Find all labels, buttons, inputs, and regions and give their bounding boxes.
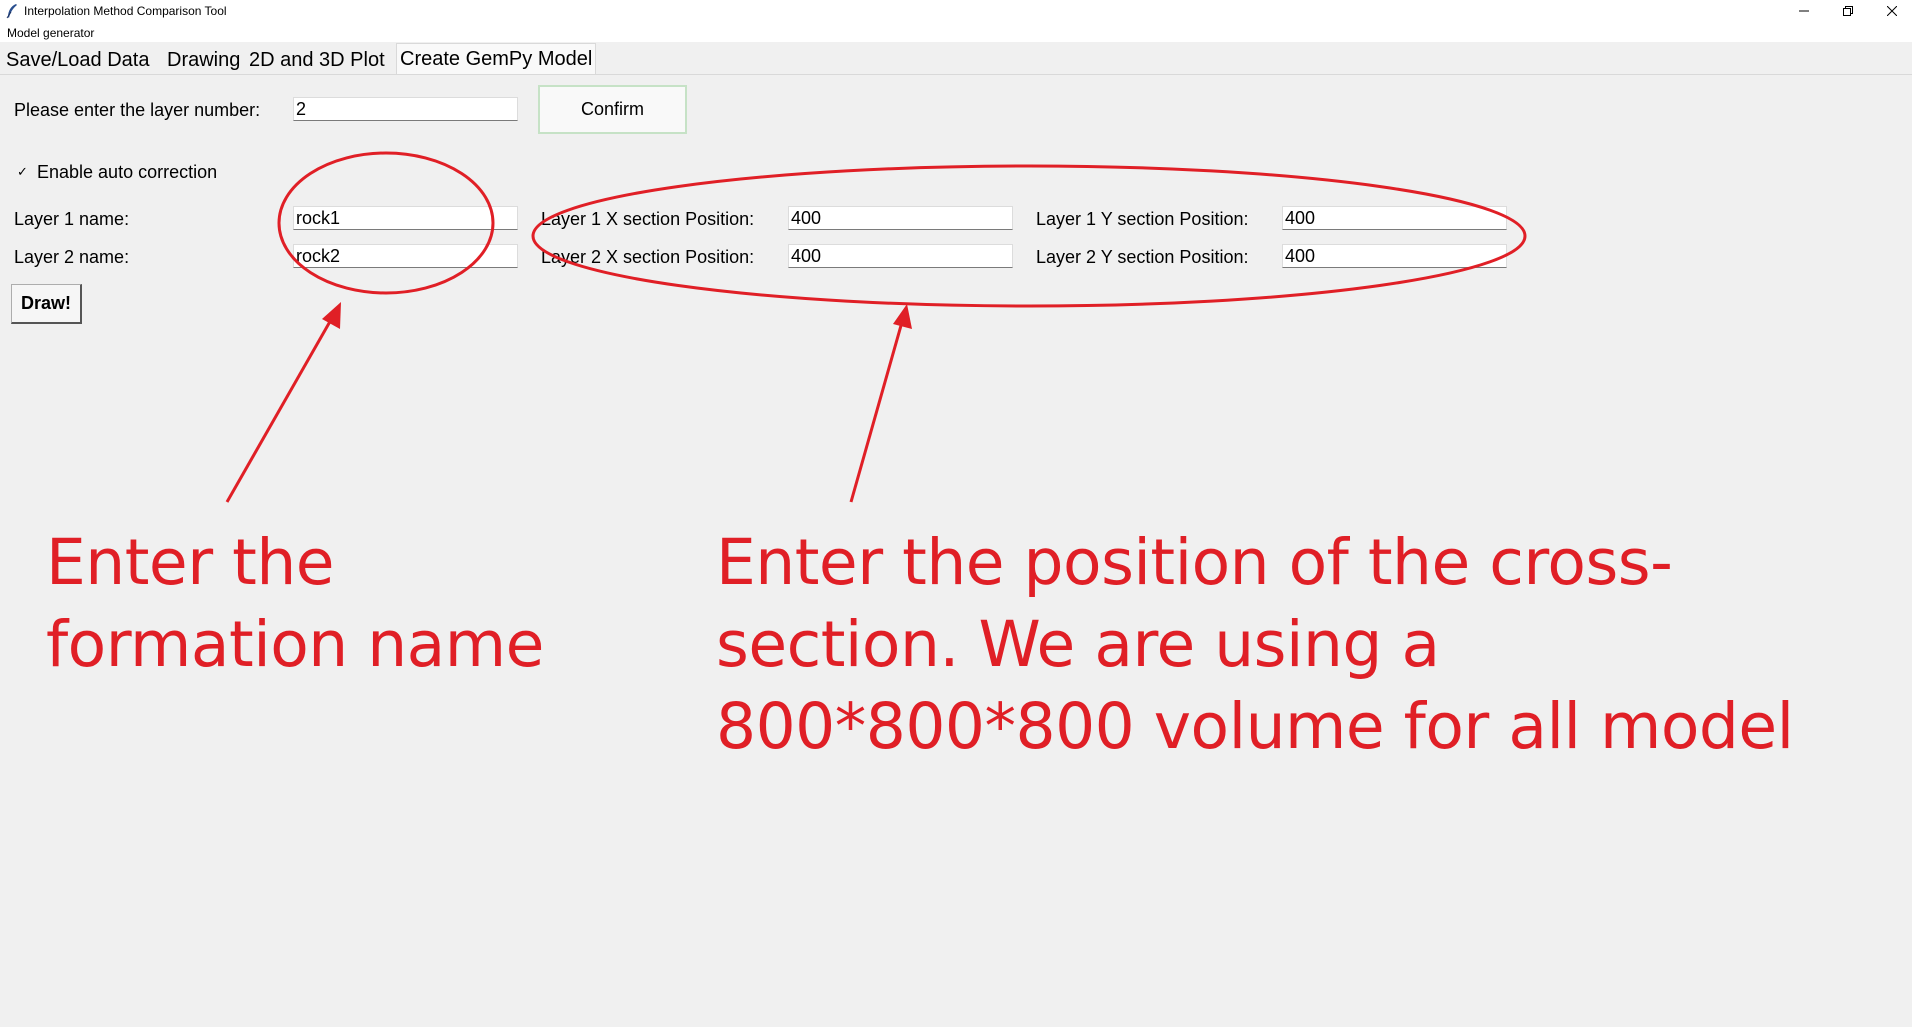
confirm-button[interactable]: Confirm — [538, 85, 687, 134]
tab-save-load-data[interactable]: Save/Load Data — [3, 47, 152, 73]
notebook-tabs: Save/Load Data Drawing 2D and 3D Plot Cr… — [0, 43, 1912, 75]
minimize-button[interactable] — [1782, 0, 1826, 22]
layer-2-x-label: Layer 2 X section Position: — [541, 247, 755, 267]
restore-icon — [1843, 6, 1853, 16]
layer-1-name-label: Layer 1 name: — [14, 209, 130, 229]
layer-2-y-input[interactable] — [1282, 244, 1507, 268]
tab-create-gempy-model[interactable]: Create GemPy Model — [396, 43, 597, 75]
layer-number-label: Please enter the layer number: — [14, 100, 261, 120]
layer-number-input[interactable] — [293, 97, 518, 121]
tab-2d-3d-plot[interactable]: 2D and 3D Plot — [246, 47, 388, 73]
draw-button[interactable]: Draw! — [11, 284, 82, 324]
close-icon — [1887, 6, 1897, 16]
position-fields-ellipse — [531, 164, 1527, 308]
feather-icon — [5, 3, 19, 19]
minimize-icon — [1799, 10, 1809, 12]
layer-1-x-label: Layer 1 X section Position: — [541, 209, 755, 229]
layer-2-x-input[interactable] — [788, 244, 1013, 268]
right-arrow-icon — [849, 304, 912, 503]
annotation-formation-name: Enter the formation name — [46, 526, 544, 681]
auto-correction-checkbox[interactable]: ✓ — [16, 166, 29, 179]
tabs-divider — [0, 74, 1912, 75]
menu-item-model-generator[interactable]: Model generator — [7, 26, 94, 40]
title-bar: Interpolation Method Comparison Tool — [0, 0, 1912, 22]
window-title: Interpolation Method Comparison Tool — [24, 4, 227, 18]
layer-2-y-label: Layer 2 Y section Position: — [1036, 247, 1249, 267]
annotation-cross-section: Enter the position of the cross-section.… — [716, 526, 1794, 763]
layer-1-y-label: Layer 1 Y section Position: — [1036, 209, 1249, 229]
annotation-overlay — [225, 151, 1527, 503]
layer-2-name-label: Layer 2 name: — [14, 247, 130, 267]
auto-correction-label: Enable auto correction — [37, 162, 218, 182]
close-button[interactable] — [1870, 0, 1912, 22]
tab-drawing[interactable]: Drawing — [164, 47, 243, 73]
layer-1-name-input[interactable] — [293, 206, 518, 230]
layer-2-name-input[interactable] — [293, 244, 518, 268]
layer-1-x-input[interactable] — [788, 206, 1013, 230]
menu-bar: Model generator — [0, 22, 1912, 42]
layer-1-y-input[interactable] — [1282, 206, 1507, 230]
left-arrow-icon — [225, 302, 341, 503]
restore-button[interactable] — [1826, 0, 1870, 22]
